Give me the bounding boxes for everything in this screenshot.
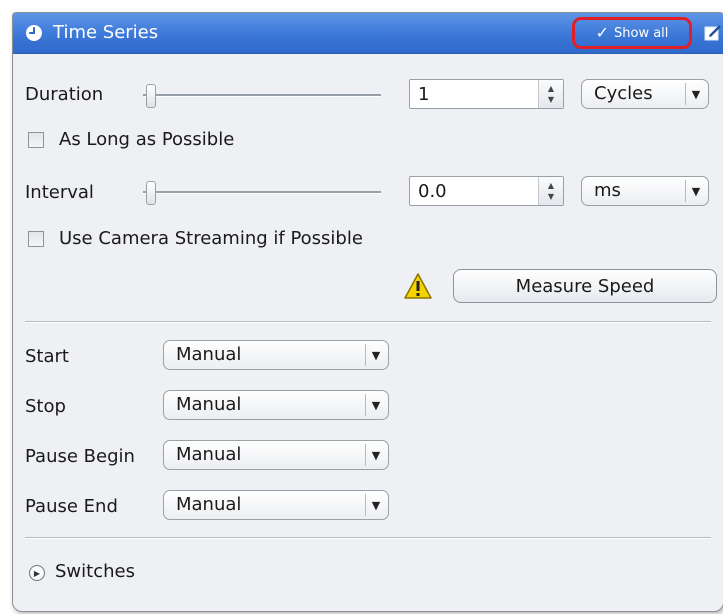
chevron-down-icon[interactable]: ▼ [365, 444, 386, 466]
duration-slider-track [143, 94, 381, 97]
start-value: Manual [176, 344, 242, 365]
measure-speed-button[interactable]: Measure Speed [453, 269, 717, 303]
pause-end-dropdown[interactable]: Manual ▼ [163, 490, 389, 520]
as-long-as-possible-label: As Long as Possible [59, 129, 235, 150]
panel-title: Time Series [53, 22, 159, 43]
stop-label: Stop [25, 396, 66, 417]
start-label: Start [25, 346, 69, 367]
pause-end-label: Pause End [25, 496, 118, 517]
duration-label: Duration [25, 84, 104, 105]
show-all-button[interactable]: ✓ Show all [572, 17, 692, 49]
chevron-down-icon[interactable]: ▼ [365, 494, 386, 516]
stop-dropdown[interactable]: Manual ▼ [163, 390, 389, 420]
duration-spinbox[interactable]: 1 ▲ ▼ [409, 79, 564, 109]
pause-end-value: Manual [176, 494, 242, 515]
checkmark-icon: ✓ [595, 23, 609, 42]
duration-unit-dropdown[interactable]: Cycles ▼ [581, 79, 709, 109]
interval-value[interactable]: 0.0 [418, 181, 447, 203]
chevron-down-icon[interactable]: ▼ [685, 83, 706, 105]
interval-slider-track [143, 191, 381, 194]
panel-header: Time Series ✓ Show all [13, 13, 723, 54]
camera-streaming-label: Use Camera Streaming if Possible [59, 228, 363, 249]
pause-begin-value: Manual [176, 444, 242, 465]
interval-slider[interactable] [143, 180, 381, 205]
camera-streaming-checkbox[interactable] [28, 231, 44, 247]
pause-begin-label: Pause Begin [25, 446, 135, 467]
start-dropdown[interactable]: Manual ▼ [163, 340, 389, 370]
duration-slider-thumb[interactable] [146, 84, 156, 108]
chevron-down-icon[interactable]: ▼ [365, 344, 386, 366]
interval-stepper[interactable]: ▲ ▼ [538, 177, 563, 205]
warning-icon [404, 273, 432, 299]
duration-stepper[interactable]: ▲ ▼ [538, 80, 563, 108]
stop-value: Manual [176, 394, 242, 415]
pause-begin-dropdown[interactable]: Manual ▼ [163, 440, 389, 470]
section-divider [25, 537, 711, 539]
section-divider [25, 321, 711, 323]
interval-label: Interval [25, 182, 94, 203]
switches-expand-icon[interactable]: ▶ [29, 565, 45, 581]
spin-down-icon[interactable]: ▼ [548, 94, 554, 105]
chevron-down-icon[interactable]: ▼ [685, 180, 706, 202]
switches-label[interactable]: Switches [55, 560, 135, 584]
as-long-as-possible-checkbox[interactable] [28, 132, 44, 148]
duration-unit-value: Cycles [594, 83, 653, 104]
spin-up-icon[interactable]: ▲ [548, 83, 554, 94]
measure-speed-label: Measure Speed [515, 275, 655, 297]
time-series-panel: Time Series ✓ Show all Duration 1 ▲ ▼ Cy… [12, 12, 723, 612]
show-all-label: Show all [614, 25, 669, 41]
duration-value[interactable]: 1 [418, 84, 429, 106]
edit-icon[interactable] [703, 23, 723, 43]
chevron-down-icon[interactable]: ▼ [365, 394, 386, 416]
interval-slider-thumb[interactable] [146, 181, 156, 205]
spin-up-icon[interactable]: ▲ [548, 180, 554, 191]
interval-unit-dropdown[interactable]: ms ▼ [581, 176, 709, 206]
spin-down-icon[interactable]: ▼ [548, 191, 554, 202]
interval-spinbox[interactable]: 0.0 ▲ ▼ [409, 176, 564, 206]
duration-slider[interactable] [143, 83, 381, 108]
interval-unit-value: ms [594, 180, 621, 201]
clock-icon [26, 25, 42, 41]
